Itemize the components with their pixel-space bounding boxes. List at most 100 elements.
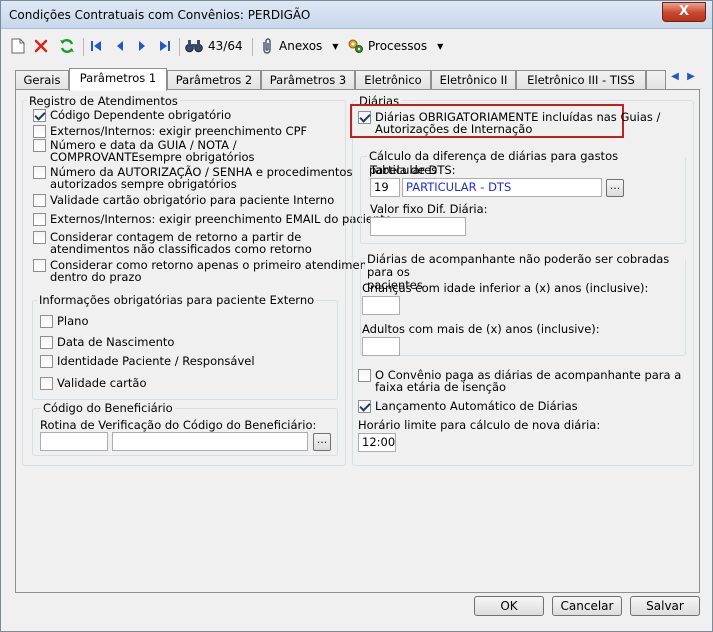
acompanhante-group: Diárias de acompanhante não poderão ser … [360, 253, 686, 356]
checkbox-label-line2: autorizados sempre obrigatórios [50, 177, 237, 191]
plano-checkbox[interactable]: Plano [40, 315, 89, 328]
checkbox-box[interactable] [33, 231, 46, 244]
exigir-email-checkbox[interactable]: Externos/Internos: exigir preenchimento … [33, 213, 392, 226]
checkbox-label: O Convênio paga as diárias de acompanhan… [375, 369, 681, 393]
adultos-input[interactable] [362, 337, 400, 356]
diarias-obrigatorias-checkbox[interactable]: Diárias OBRIGATORIAMENTE incluídas nas G… [358, 111, 660, 135]
tab-parametros-1[interactable]: Parâmetros 1 [69, 68, 167, 91]
primeiro-atendimento-checkbox[interactable]: Considerar como retorno apenas o primeir… [33, 259, 378, 283]
tab-scroll-left-icon[interactable]: ◀ [667, 69, 683, 85]
tab-overflow [646, 70, 666, 90]
tabela-dts-code-input[interactable]: 19 [370, 178, 400, 197]
checkbox-label-line2: dentro do prazo [50, 270, 142, 284]
next-record-button[interactable] [137, 36, 147, 56]
tab-eletronico-ii[interactable]: Eletrônico II [431, 70, 516, 90]
checkbox-label-line2: COMPROVANTEsempre obrigatórios [50, 150, 255, 164]
checkbox-box[interactable] [33, 259, 46, 272]
registro-atendimentos-title: Registro de Atendimentos [27, 94, 180, 108]
beneficiario-title: Código do Beneficiário [41, 401, 175, 415]
checkbox-box[interactable] [40, 336, 53, 349]
checkbox-box[interactable] [40, 315, 53, 328]
validade-cartao-interno-checkbox[interactable]: Validade cartão obrigatório para pacient… [33, 194, 334, 207]
processos-menu-button[interactable]: Processos ▼ [347, 36, 443, 56]
record-counter: 43/64 [208, 39, 243, 53]
toolbar-separator [83, 38, 84, 56]
rotina-lookup-button[interactable]: ... [313, 433, 331, 451]
contagem-retorno-checkbox[interactable]: Considerar contagem de retorno a partir … [33, 231, 312, 255]
checkbox-box[interactable] [40, 355, 53, 368]
tab-parametros-2[interactable]: Parâmetros 2 [167, 70, 261, 90]
cancel-button[interactable]: Cancelar [552, 596, 622, 616]
delete-record-button[interactable] [34, 36, 48, 56]
codigo-dependente-checkbox[interactable]: Código Dependente obrigatório [33, 109, 231, 122]
new-record-button[interactable] [11, 36, 25, 56]
checkbox-box[interactable] [33, 139, 46, 152]
checkbox-box[interactable] [358, 369, 371, 382]
lancamento-automatico-checkbox[interactable]: Lançamento Automático de Diárias [358, 400, 578, 413]
chevron-down-icon: ▼ [437, 41, 444, 51]
checkbox-box[interactable] [33, 166, 46, 179]
search-button[interactable] [185, 36, 203, 56]
new-document-icon [11, 38, 25, 54]
numero-guia-checkbox[interactable]: Número e data da GUIA / NOTA / COMPROVAN… [33, 139, 255, 163]
acompanhante-title-line1: Diárias de acompanhante não poderão ser … [367, 252, 670, 279]
checkbox-box[interactable] [358, 111, 371, 124]
tab-eletronico[interactable]: Eletrônico [355, 70, 431, 90]
horario-limite-input[interactable]: 12:00 [358, 433, 396, 452]
exigir-cpf-checkbox[interactable]: Externos/Internos: exigir preenchimento … [33, 125, 307, 138]
checkbox-box[interactable] [40, 377, 53, 390]
checkbox-label-line2: Autorizações de Internação [375, 122, 533, 136]
tab-parametros-3[interactable]: Parâmetros 3 [261, 70, 355, 90]
toolbar-separator [179, 38, 180, 56]
tab-strip: Gerais Parâmetros 1 Parâmetros 2 Parâmet… [15, 68, 700, 91]
binoculars-icon [185, 40, 203, 53]
anexos-menu-button[interactable]: Anexos ▼ [260, 36, 338, 56]
tab-gerais[interactable]: Gerais [15, 70, 69, 90]
window-title: Condições Contratuais com Convênios: PER… [9, 8, 311, 22]
checkbox-label: Número da AUTORIZAÇÃO / SENHA e procedim… [50, 166, 352, 190]
checkbox-label: Validade cartão [57, 376, 147, 390]
tab-scroll-right-icon[interactable]: ▶ [683, 69, 699, 85]
checkbox-label: Lançamento Automático de Diárias [375, 399, 578, 413]
checkbox-box[interactable] [33, 194, 46, 207]
criancas-label: Crianças com idade inferior a (x) anos (… [362, 281, 649, 295]
checkbox-label: Externos/Internos: exigir preenchimento … [50, 212, 392, 226]
valor-fixo-input[interactable] [370, 217, 466, 236]
data-nascimento-checkbox[interactable]: Data de Nascimento [40, 336, 174, 349]
criancas-input[interactable] [362, 296, 400, 315]
save-button[interactable]: Salvar [630, 596, 700, 616]
numero-autorizacao-checkbox[interactable]: Número da AUTORIZAÇÃO / SENHA e procedim… [33, 166, 352, 190]
checkbox-box[interactable] [358, 400, 371, 413]
rotina-name-input[interactable] [112, 432, 308, 451]
tabela-dts-name-input[interactable]: PARTICULAR - DTS [402, 178, 602, 197]
rotina-label: Rotina de Verificação do Código do Benef… [40, 418, 317, 432]
anexos-label: Anexos [279, 39, 323, 53]
checkbox-label: Considerar contagem de retorno a partir … [50, 231, 312, 255]
checkbox-label: Externos/Internos: exigir preenchimento … [50, 124, 308, 138]
checkbox-box[interactable] [33, 213, 46, 226]
identidade-checkbox[interactable]: Identidade Paciente / Responsável [40, 355, 255, 368]
checkbox-box[interactable] [33, 125, 46, 138]
previous-record-button[interactable] [115, 36, 125, 56]
convenio-paga-checkbox[interactable]: O Convênio paga as diárias de acompanhan… [358, 369, 681, 393]
refresh-button[interactable] [59, 36, 75, 56]
tab-eletronico-iii-tiss[interactable]: Eletrônico III - TISS [516, 70, 646, 90]
chevron-down-icon: ▼ [332, 41, 339, 51]
last-record-button[interactable] [159, 36, 171, 56]
validade-cartao-checkbox[interactable]: Validade cartão [40, 377, 146, 390]
first-record-button[interactable] [90, 36, 102, 56]
window: Condições Contratuais com Convênios: PER… [0, 0, 713, 632]
ok-button[interactable]: OK [474, 596, 544, 616]
paperclip-icon [263, 38, 271, 54]
checkbox-label: Plano [57, 314, 89, 328]
checkbox-label: Diárias OBRIGATORIAMENTE incluídas nas G… [375, 111, 660, 135]
checkbox-label-line2: atendimentos não classificados como reto… [50, 242, 312, 256]
tabela-dts-label: Tabela de DTS: [370, 163, 456, 177]
processos-label: Processos [368, 39, 428, 53]
checkbox-label: Validade cartão obrigatório para pacient… [50, 193, 335, 207]
tabela-dts-lookup-button[interactable]: ... [606, 179, 624, 197]
checkbox-box[interactable] [33, 109, 46, 122]
rotina-code-input[interactable] [40, 432, 108, 451]
close-button[interactable]: X [662, 2, 706, 22]
refresh-icon [60, 39, 74, 53]
